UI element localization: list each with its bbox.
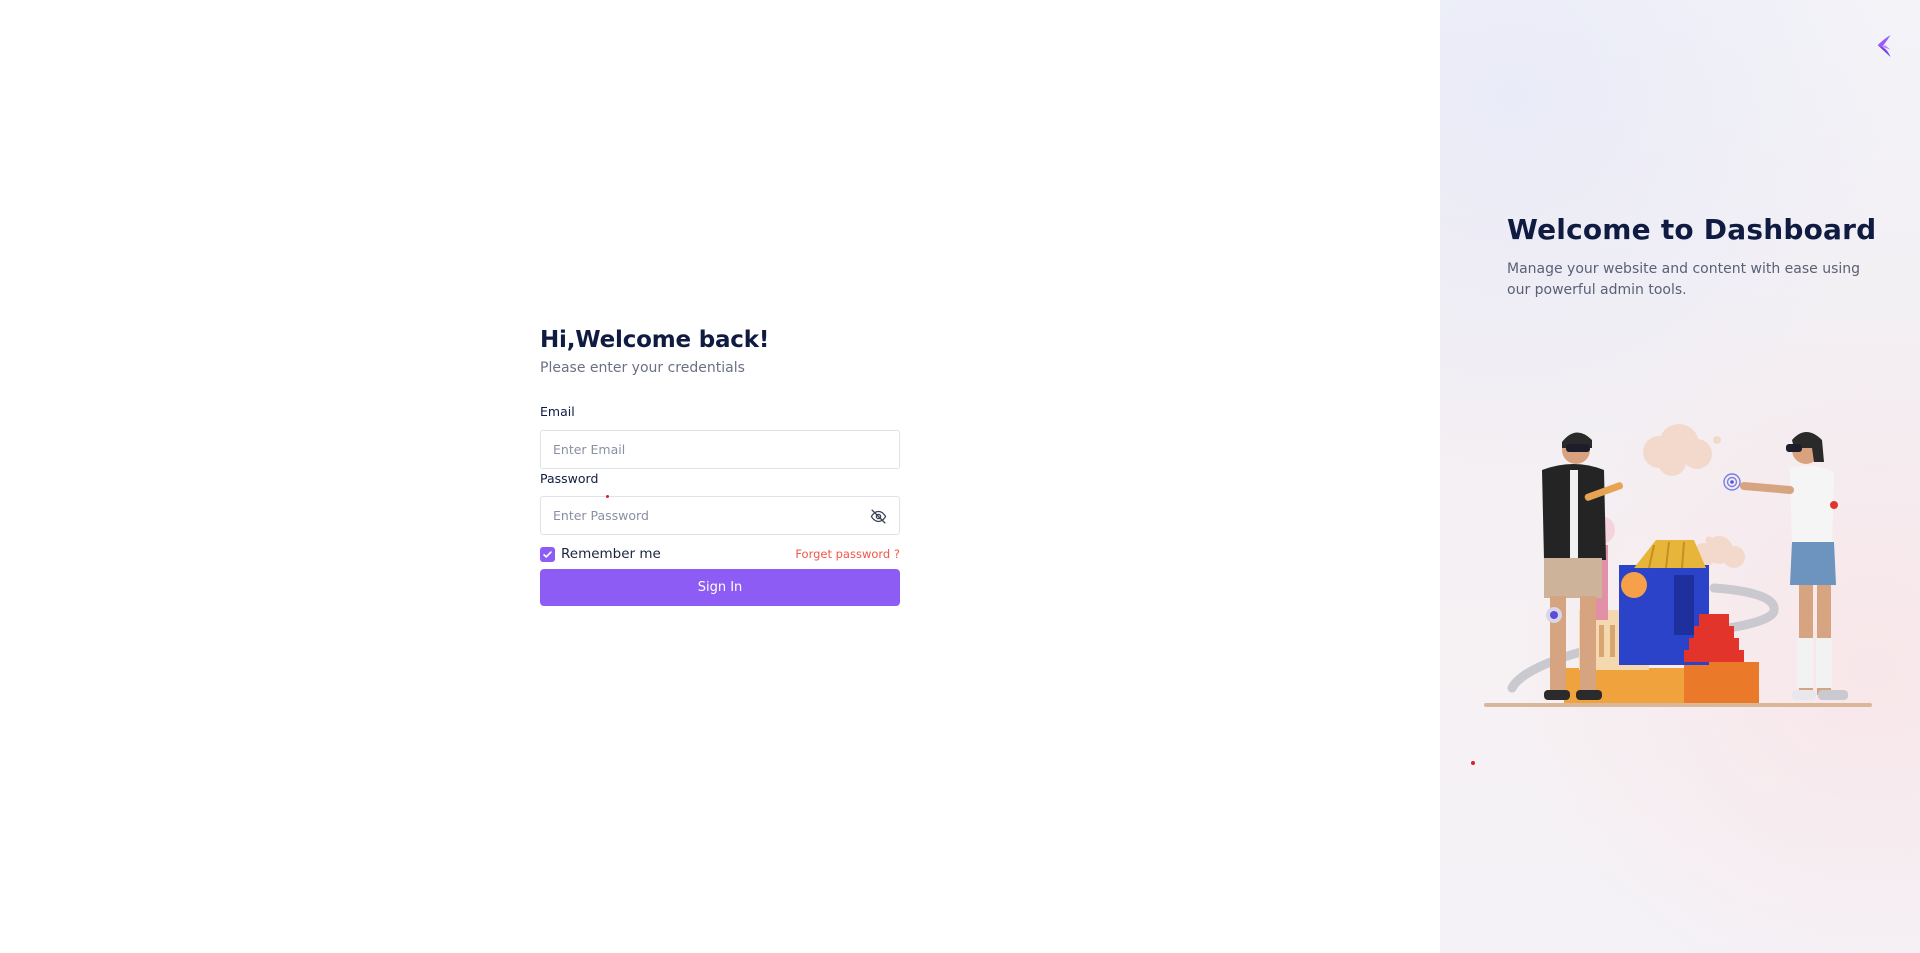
form-options-row: Remember me Forget password ? [540, 544, 900, 564]
remember-me-checkbox[interactable]: Remember me [540, 546, 661, 562]
password-field-wrapper [540, 496, 900, 535]
login-form: Hi,Welcome back! Please enter your crede… [540, 324, 900, 606]
brand-logo-icon [1874, 34, 1896, 58]
page-subtitle: Please enter your credentials [540, 360, 745, 376]
welcome-panel: Welcome to Dashboard Manage your website… [1440, 0, 1920, 953]
welcome-title: Welcome to Dashboard [1507, 213, 1877, 246]
decorative-dot [606, 495, 609, 498]
password-label: Password [540, 471, 599, 486]
login-page: Hi,Welcome back! Please enter your crede… [0, 0, 1920, 953]
checkbox-checked-icon[interactable] [540, 546, 555, 562]
email-label: Email [540, 404, 575, 419]
email-field[interactable] [541, 431, 899, 468]
password-field[interactable] [541, 497, 899, 534]
welcome-description: Manage your website and content with eas… [1507, 261, 1861, 298]
eye-off-icon[interactable] [870, 508, 887, 525]
forgot-password-link[interactable]: Forget password ? [795, 547, 900, 561]
email-field-wrapper [540, 430, 900, 469]
sign-in-button[interactable]: Sign In [540, 569, 900, 606]
remember-me-label: Remember me [561, 546, 661, 562]
page-title: Hi,Welcome back! [540, 327, 770, 353]
decorative-dot [1471, 761, 1475, 765]
3d-people-building-illustration [1484, 424, 1872, 707]
login-panel: Hi,Welcome back! Please enter your crede… [0, 0, 1440, 953]
